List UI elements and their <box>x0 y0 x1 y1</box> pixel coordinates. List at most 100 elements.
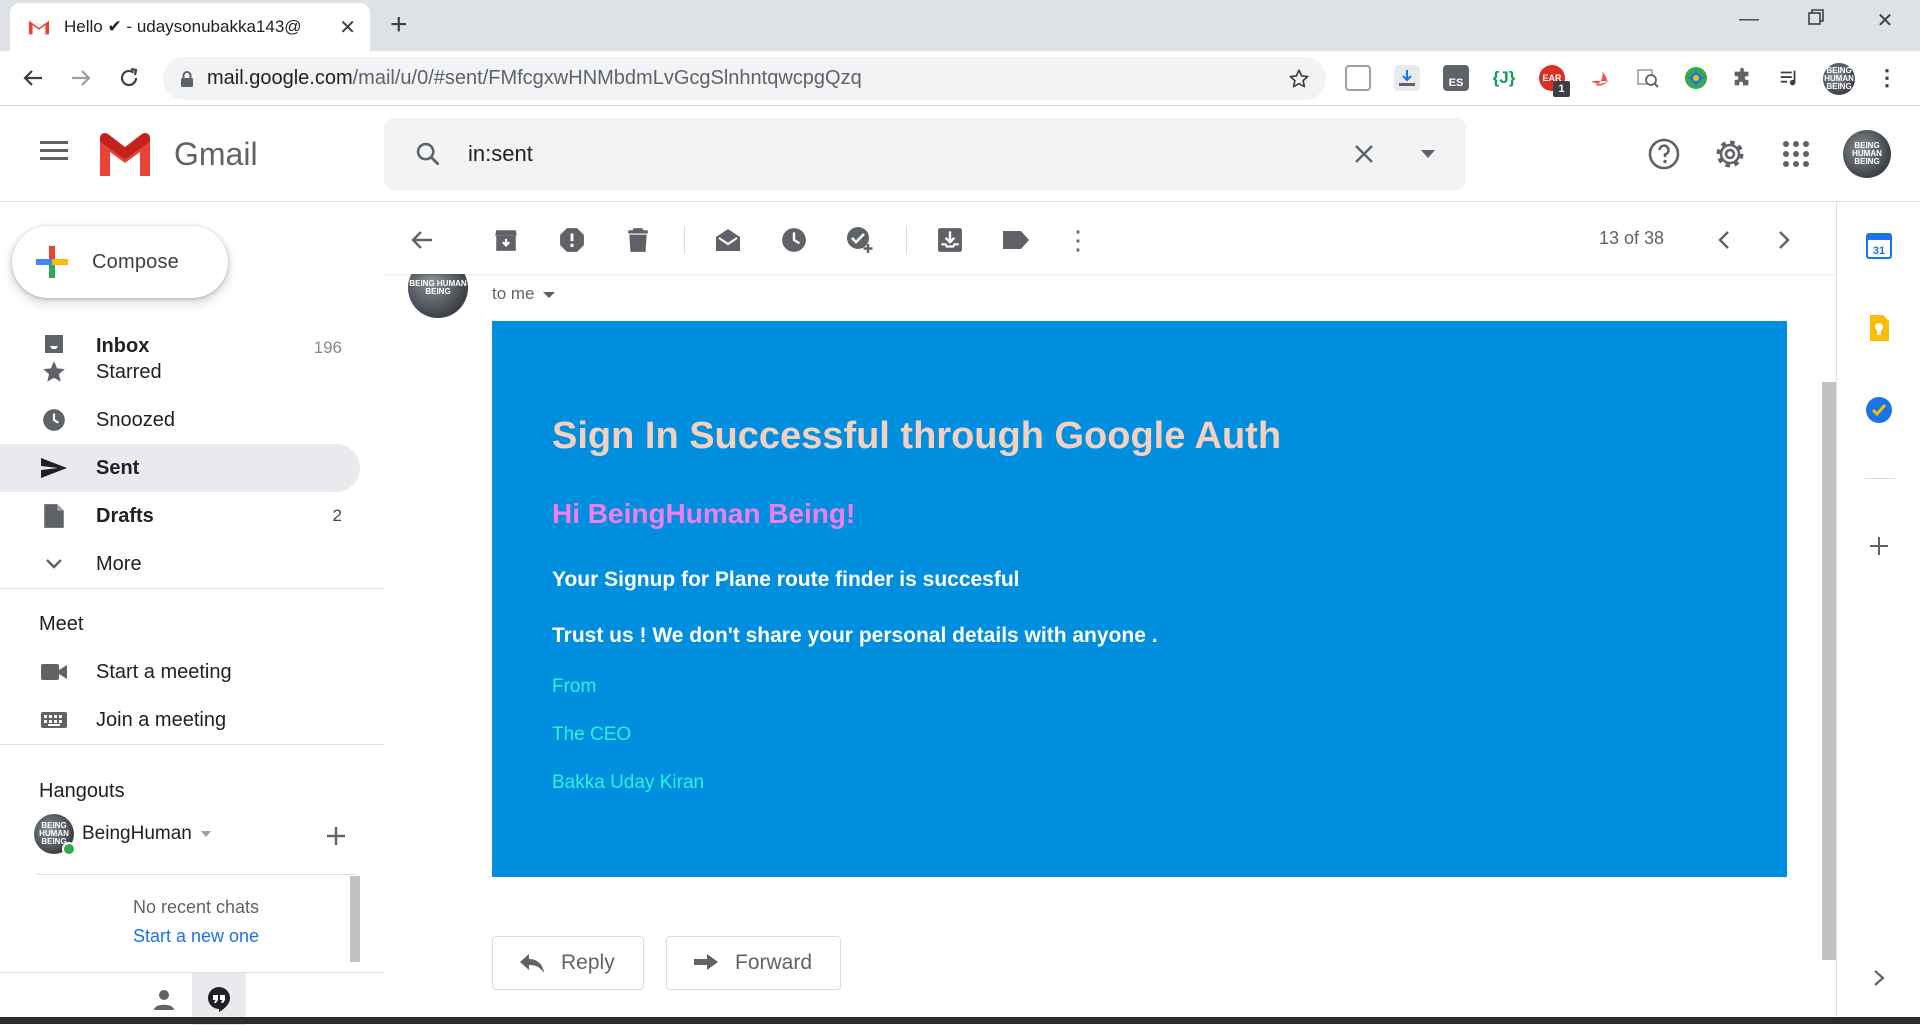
reply-button[interactable]: Reply <box>492 936 644 990</box>
tab-close-icon[interactable]: ✕ <box>339 15 356 40</box>
pocket-extension-icon[interactable] <box>1345 65 1371 91</box>
compose-button[interactable]: Compose <box>12 226 228 298</box>
hangouts-scrollbar[interactable] <box>350 876 360 962</box>
calendar-icon[interactable]: 31 <box>1865 232 1893 260</box>
sidebar-item-label: More <box>96 552 142 575</box>
older-chevron-icon[interactable] <box>1770 226 1798 254</box>
sidebar-item-drafts[interactable]: Drafts 2 <box>0 492 360 540</box>
contacts-person-icon[interactable] <box>152 987 176 1011</box>
main-menu-icon[interactable] <box>38 136 70 168</box>
mark-unread-icon[interactable] <box>714 226 742 254</box>
email-greeting: Hi BeingHuman Being! <box>552 498 856 529</box>
account-avatar[interactable]: BEING HUMAN BEING <box>1843 130 1891 178</box>
sidebar-item-more[interactable]: More <box>0 540 360 588</box>
move-to-icon[interactable] <box>936 226 964 254</box>
add-to-tasks-icon[interactable] <box>846 226 874 254</box>
address-bar[interactable]: mail.google.com/mail/u/0/#sent/FMfcgxwHN… <box>163 57 1326 100</box>
restore-icon[interactable] <box>1801 8 1831 32</box>
tasks-icon[interactable] <box>1865 396 1893 424</box>
es-extension-icon[interactable]: ES <box>1443 65 1469 91</box>
sidebar-item-starred[interactable]: Starred <box>0 348 360 396</box>
draft-file-icon <box>40 502 68 530</box>
recipient-details[interactable]: to me <box>492 284 555 304</box>
media-control-icon[interactable] <box>1776 65 1802 91</box>
newer-chevron-icon[interactable] <box>1710 226 1738 254</box>
sidebar-item-label: Starred <box>96 360 162 383</box>
forward-button[interactable]: Forward <box>666 936 842 990</box>
details-dropdown-icon[interactable] <box>542 291 555 298</box>
window-close-icon[interactable]: ✕ <box>1870 8 1900 33</box>
meet-header: Meet <box>39 613 84 635</box>
left-sidebar: Compose Inbox 196 Starred Snoozed Sent D… <box>0 202 384 1025</box>
forward-label: Forward <box>735 951 813 974</box>
toolbar-separator <box>906 226 907 254</box>
status-dropdown-icon[interactable] <box>200 830 212 838</box>
signature-role: The CEO <box>552 724 632 745</box>
download-extension-icon[interactable] <box>1394 65 1420 91</box>
gmail-header: Gmail in:sent BEING HUMAN BEING <box>0 106 1920 202</box>
back-to-list-icon[interactable] <box>408 226 436 254</box>
reload-icon[interactable] <box>114 63 144 93</box>
meet-join-meeting[interactable]: Join a meeting <box>0 696 360 744</box>
message-scrollbar-thumb[interactable] <box>1822 382 1836 960</box>
browser-tabstrip: Hello ✔ - udaysonubakka143@ ✕ + — ✕ <box>0 0 1920 51</box>
add-chat-icon[interactable] <box>324 824 348 848</box>
browser-tab[interactable]: Hello ✔ - udaysonubakka143@ ✕ <box>10 3 370 51</box>
back-icon[interactable] <box>18 63 48 93</box>
search-options-icon[interactable] <box>1420 149 1436 159</box>
forward-arrow-icon <box>694 954 718 970</box>
swift-extension-icon[interactable] <box>1587 65 1613 91</box>
bookmark-star-icon[interactable] <box>1288 68 1310 90</box>
gmail-logo-icon[interactable] <box>96 132 154 176</box>
clear-search-icon[interactable] <box>1352 142 1376 166</box>
compose-plus-icon <box>36 246 68 278</box>
toolbar-separator <box>684 226 685 254</box>
snooze-clock-icon[interactable] <box>780 226 808 254</box>
zoom-extension-icon[interactable] <box>1635 65 1661 91</box>
panel-divider <box>1865 478 1895 479</box>
settings-gear-icon[interactable] <box>1712 136 1748 172</box>
draft-count: 2 <box>332 506 342 525</box>
extensions-puzzle-icon[interactable] <box>1729 65 1755 91</box>
sidebar-item-label: Sent <box>96 456 140 479</box>
url-text: mail.google.com/mail/u/0/#sent/FMfcgxwHN… <box>207 67 862 89</box>
expand-panel-chevron-icon[interactable] <box>1865 964 1893 992</box>
report-spam-icon[interactable] <box>558 226 586 254</box>
browser-menu-icon[interactable]: ⋮ <box>1874 65 1900 91</box>
profile-avatar[interactable]: BEING HUMAN BEING <box>1823 63 1855 95</box>
search-icon[interactable] <box>414 140 442 168</box>
reply-arrow-icon <box>520 954 544 973</box>
hangouts-user[interactable]: BEING HUMAN BEING BeingHuman <box>34 814 212 856</box>
start-new-chat-link[interactable]: Start a new one <box>36 926 356 947</box>
minimize-icon[interactable]: — <box>1734 8 1764 31</box>
help-icon[interactable] <box>1646 136 1682 172</box>
new-tab-icon[interactable]: + <box>390 10 408 40</box>
gmail-wordmark: Gmail <box>174 136 258 172</box>
archive-icon[interactable] <box>492 226 520 254</box>
side-apps-panel: 31 <box>1836 202 1920 1024</box>
message-view: BEING HUMAN BEING to me Sign In Successf… <box>384 258 1836 1024</box>
message-toolbar: ⋮ 13 of 38 <box>384 202 1836 274</box>
email-signup-line: Your Signup for Plane route finder is su… <box>552 568 1020 591</box>
keep-icon[interactable] <box>1865 314 1893 342</box>
online-status-dot <box>62 842 76 856</box>
json-extension-icon[interactable]: {J} <box>1491 65 1517 91</box>
reply-label: Reply <box>561 951 615 974</box>
get-addons-plus-icon[interactable] <box>1865 532 1893 560</box>
search-input[interactable]: in:sent <box>468 141 1352 167</box>
delete-trash-icon[interactable] <box>624 226 652 254</box>
label-tag-icon[interactable] <box>1002 226 1030 254</box>
hangouts-quote-icon <box>208 987 230 1012</box>
forward-icon[interactable] <box>66 63 96 93</box>
sidebar-item-sent[interactable]: Sent <box>0 444 360 492</box>
email-privacy-line: Trust us ! We don't share your personal … <box>552 624 1158 647</box>
apps-grid-icon[interactable] <box>1778 136 1814 172</box>
to-me-label: to me <box>492 284 535 303</box>
star-icon <box>40 358 68 386</box>
mail-search-bar[interactable]: in:sent <box>384 118 1466 190</box>
more-actions-icon[interactable]: ⋮ <box>1064 225 1092 255</box>
vpn-extension-icon[interactable] <box>1683 65 1709 91</box>
hangouts-username: BeingHuman <box>82 823 192 844</box>
sidebar-item-snoozed[interactable]: Snoozed <box>0 396 360 444</box>
meet-start-meeting[interactable]: Start a meeting <box>0 648 360 696</box>
